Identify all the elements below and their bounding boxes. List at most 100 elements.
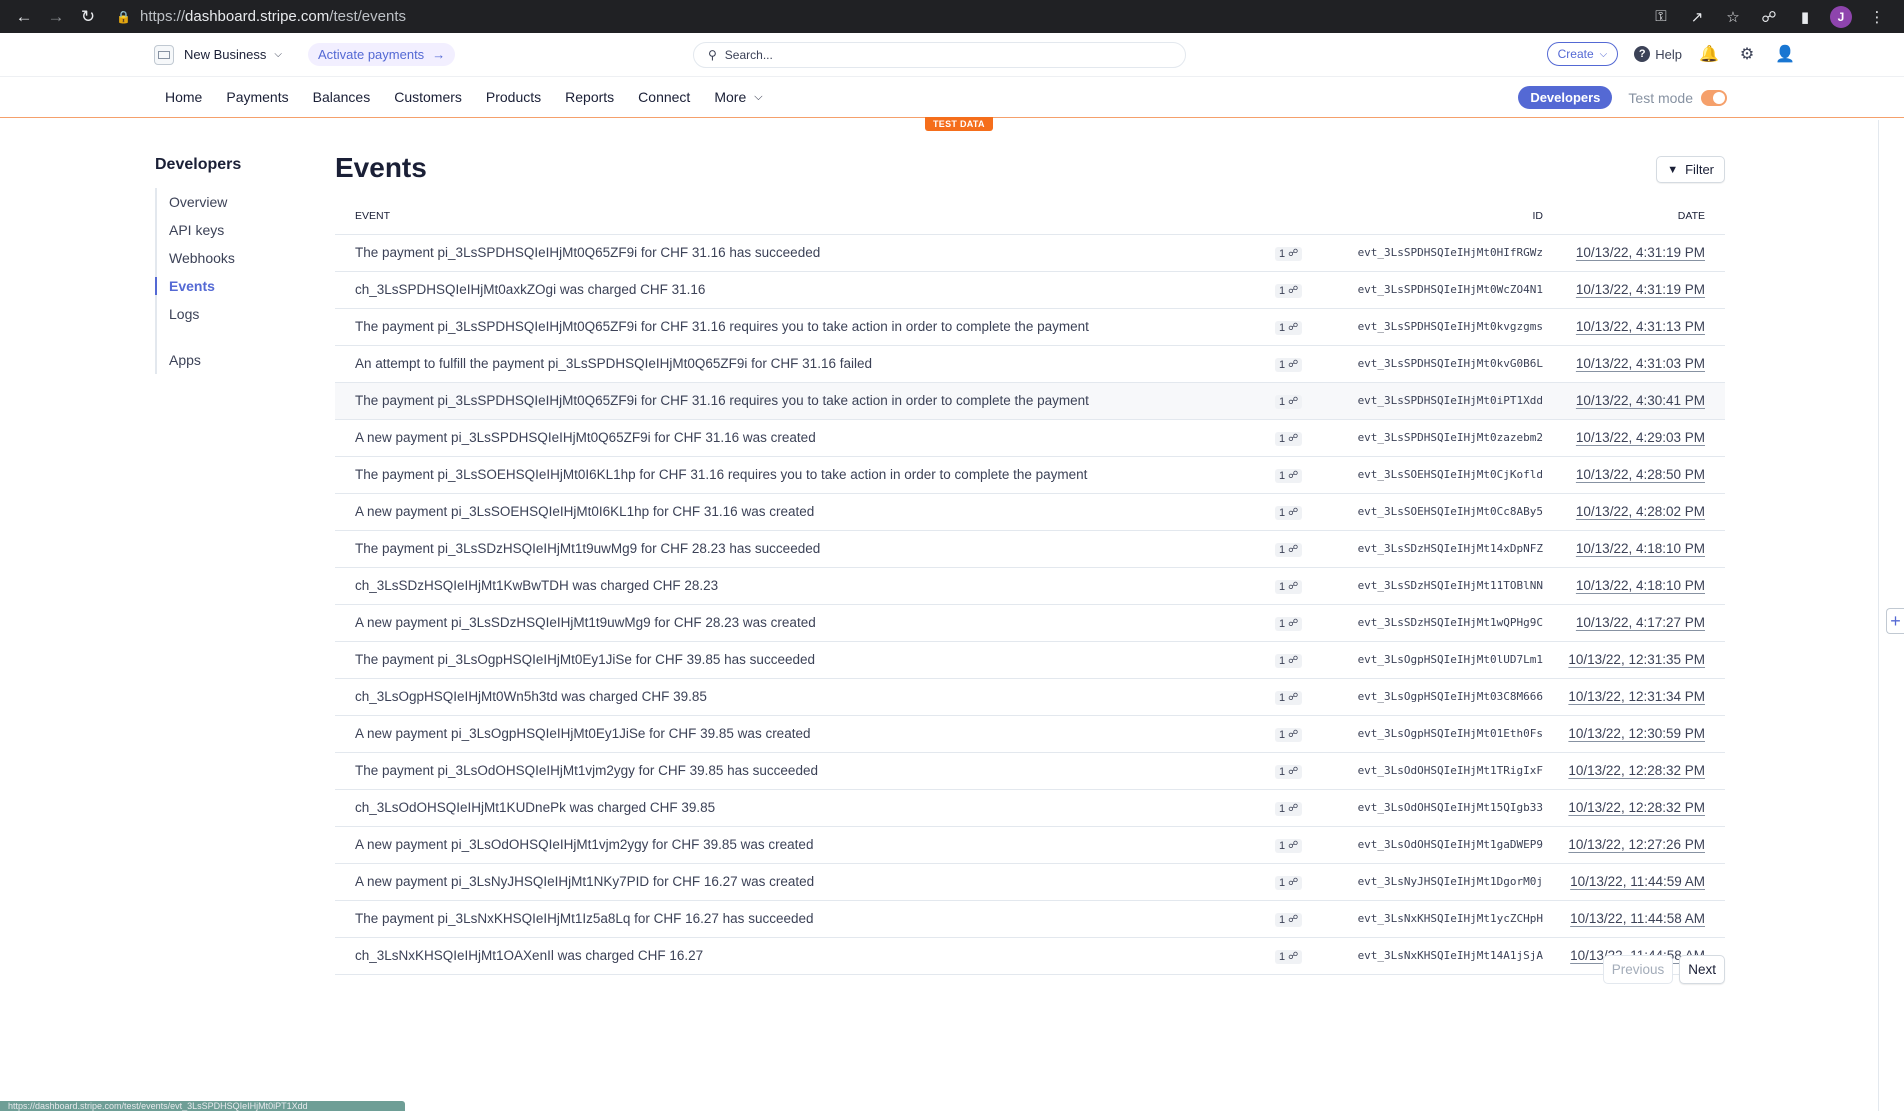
event-id: evt_3LsSPDHSQIeIHjMt0WcZO4N1: [1335, 271, 1565, 309]
event-date[interactable]: 10/13/22, 4:30:41 PM: [1576, 393, 1705, 408]
table-row[interactable]: The payment pi_3LsSOEHSQIeIHjMt0I6KL1hp …: [335, 456, 1725, 494]
table-row[interactable]: The payment pi_3LsSPDHSQIeIHjMt0Q65ZF9i …: [335, 234, 1725, 272]
table-row[interactable]: A new payment pi_3LsSOEHSQIeIHjMt0I6KL1h…: [335, 493, 1725, 531]
previous-button[interactable]: Previous: [1602, 955, 1674, 984]
event-id: evt_3LsOdOHSQIeIHjMt1TRigIxF: [1335, 752, 1565, 790]
nav-customers[interactable]: Customers: [394, 89, 462, 105]
sidebar-item-logs[interactable]: Logs: [169, 300, 305, 328]
table-row[interactable]: A new payment pi_3LsOgpHSQIeIHjMt0Ey1JiS…: [335, 715, 1725, 753]
help-button[interactable]: ? Help: [1634, 46, 1682, 62]
event-date[interactable]: 10/13/22, 12:30:59 PM: [1568, 726, 1705, 741]
table-row[interactable]: A new payment pi_3LsSPDHSQIeIHjMt0Q65ZF9…: [335, 419, 1725, 457]
address-bar[interactable]: 🔒 https://dashboard.stripe.com/test/even…: [116, 4, 1650, 30]
nav-reports[interactable]: Reports: [565, 89, 614, 105]
event-date[interactable]: 10/13/22, 12:27:26 PM: [1568, 837, 1705, 852]
activate-payments-button[interactable]: Activate payments →: [307, 43, 456, 66]
event-date[interactable]: 10/13/22, 12:31:34 PM: [1568, 689, 1705, 704]
profile-avatar[interactable]: J: [1830, 5, 1852, 28]
events-main: Events ▼ Filter EVENT ID DATE The paymen…: [335, 152, 1725, 984]
star-icon[interactable]: ☆: [1722, 6, 1744, 28]
table-row[interactable]: ch_3LsSPDHSQIeIHjMt0axkZOgi was charged …: [335, 271, 1725, 309]
reload-icon[interactable]: ↻: [74, 3, 102, 31]
sidebar-item-events[interactable]: Events: [155, 272, 305, 300]
key-icon[interactable]: ⚿: [1650, 6, 1672, 28]
share-icon[interactable]: ↗: [1686, 6, 1708, 28]
table-row[interactable]: The payment pi_3LsOdOHSQIeIHjMt1vjm2ygy …: [335, 752, 1725, 790]
nav-payments[interactable]: Payments: [226, 89, 288, 105]
event-date[interactable]: 10/13/22, 4:18:10 PM: [1576, 541, 1705, 556]
event-description: A new payment pi_3LsSDzHSQIeIHjMt1t9uwMg…: [335, 604, 1275, 642]
search-bar[interactable]: ⚲: [693, 42, 1186, 68]
event-date[interactable]: 10/13/22, 12:28:32 PM: [1568, 800, 1705, 815]
toggle-switch[interactable]: [1701, 89, 1727, 106]
column-date[interactable]: DATE: [1565, 198, 1725, 235]
webhook-count-badge: 1 ☍: [1275, 838, 1303, 853]
table-row[interactable]: ch_3LsOgpHSQIeIHjMt0Wn5h3td was charged …: [335, 678, 1725, 716]
table-row[interactable]: A new payment pi_3LsNyJHSQIeIHjMt1NKy7PI…: [335, 863, 1725, 901]
table-row[interactable]: ch_3LsSDzHSQIeIHjMt1KwBwTDH was charged …: [335, 567, 1725, 605]
nav-products[interactable]: Products: [486, 89, 541, 105]
back-arrow-icon[interactable]: ←: [10, 3, 38, 31]
table-row[interactable]: ch_3LsOdOHSQIeIHjMt1KUDnePk was charged …: [335, 789, 1725, 827]
create-button[interactable]: Create ⌵: [1546, 42, 1619, 66]
event-date[interactable]: 10/13/22, 4:31:03 PM: [1576, 356, 1705, 371]
menu-kebab-icon[interactable]: ⋮: [1866, 6, 1888, 28]
table-row[interactable]: A new payment pi_3LsOdOHSQIeIHjMt1vjm2yg…: [335, 826, 1725, 864]
table-row[interactable]: An attempt to fulfill the payment pi_3Ls…: [335, 345, 1725, 383]
nav-connect[interactable]: Connect: [638, 89, 690, 105]
plus-icon[interactable]: +: [1886, 608, 1904, 634]
webhook-count-cell: 1 ☍: [1275, 271, 1335, 309]
business-name: New Business: [184, 47, 267, 62]
sidebar-item-webhooks[interactable]: Webhooks: [169, 244, 305, 272]
webhook-count-badge: 1 ☍: [1275, 912, 1303, 927]
user-icon[interactable]: 👤: [1774, 43, 1796, 65]
table-row[interactable]: ch_3LsNxKHSQIeIHjMt1OAXenIl was charged …: [335, 937, 1725, 975]
event-date[interactable]: 10/13/22, 4:28:50 PM: [1576, 467, 1705, 482]
event-date[interactable]: 10/13/22, 11:44:59 AM: [1570, 874, 1705, 889]
business-switcher[interactable]: New Business ⌵: [154, 44, 282, 65]
nav-balances[interactable]: Balances: [313, 89, 371, 105]
event-date[interactable]: 10/13/22, 4:31:13 PM: [1576, 319, 1705, 334]
webhook-icon: ☍: [1288, 951, 1299, 962]
sidebar-item-apps[interactable]: Apps: [169, 346, 305, 374]
developers-button[interactable]: Developers: [1518, 86, 1613, 109]
table-row[interactable]: The payment pi_3LsSPDHSQIeIHjMt0Q65ZF9i …: [335, 308, 1725, 346]
next-button[interactable]: Next: [1679, 955, 1725, 984]
event-date[interactable]: 10/13/22, 4:28:02 PM: [1576, 504, 1705, 519]
test-data-badge: TEST DATA: [925, 117, 993, 131]
event-date[interactable]: 10/13/22, 4:31:19 PM: [1576, 245, 1705, 260]
sidebar-item-api-keys[interactable]: API keys: [169, 216, 305, 244]
test-mode-toggle[interactable]: Test mode: [1628, 89, 1727, 106]
nav-home[interactable]: Home: [165, 89, 202, 105]
table-row[interactable]: The payment pi_3LsNxKHSQIeIHjMt1Iz5a8Lq …: [335, 900, 1725, 938]
webhook-count-badge: 1 ☍: [1275, 468, 1303, 483]
webhook-count-cell: 1 ☍: [1275, 530, 1335, 568]
event-date[interactable]: 10/13/22, 4:29:03 PM: [1576, 430, 1705, 445]
table-row[interactable]: The payment pi_3LsSDzHSQIeIHjMt1t9uwMg9 …: [335, 530, 1725, 568]
lock-icon: 🔒: [116, 9, 131, 24]
table-row[interactable]: A new payment pi_3LsSDzHSQIeIHjMt1t9uwMg…: [335, 604, 1725, 642]
event-date[interactable]: 10/13/22, 4:17:27 PM: [1576, 615, 1705, 630]
event-id: evt_3LsNxKHSQIeIHjMt1ycZCHpH: [1335, 900, 1565, 938]
side-panel-icon[interactable]: ▮: [1794, 6, 1816, 28]
table-row[interactable]: The payment pi_3LsOgpHSQIeIHjMt0Ey1JiSe …: [335, 641, 1725, 679]
event-date[interactable]: 10/13/22, 11:44:58 AM: [1570, 911, 1705, 926]
nav-more-label: More: [714, 89, 747, 105]
forward-arrow-icon[interactable]: →: [42, 3, 70, 31]
event-date[interactable]: 10/13/22, 4:18:10 PM: [1576, 578, 1705, 593]
event-date[interactable]: 10/13/22, 12:28:32 PM: [1568, 763, 1705, 778]
event-date[interactable]: 10/13/22, 12:31:35 PM: [1568, 652, 1705, 667]
bell-icon[interactable]: 🔔: [1698, 43, 1720, 65]
event-date[interactable]: 10/13/22, 4:31:19 PM: [1576, 282, 1705, 297]
gear-icon[interactable]: ⚙: [1736, 43, 1758, 65]
filter-button[interactable]: ▼ Filter: [1656, 156, 1725, 183]
event-id: evt_3LsOdOHSQIeIHjMt1gaDWEP9: [1335, 826, 1565, 864]
event-description: ch_3LsSPDHSQIeIHjMt0axkZOgi was charged …: [335, 271, 1275, 309]
table-row[interactable]: The payment pi_3LsSPDHSQIeIHjMt0Q65ZF9i …: [335, 382, 1725, 420]
extensions-icon[interactable]: ☍: [1758, 6, 1780, 28]
nav-more[interactable]: More ⌵: [714, 89, 762, 105]
event-id: evt_3LsSPDHSQIeIHjMt0iPT1Xdd: [1335, 382, 1565, 420]
webhook-count-cell: 1 ☍: [1275, 863, 1335, 901]
search-input[interactable]: [724, 48, 1185, 62]
sidebar-item-overview[interactable]: Overview: [169, 188, 305, 216]
